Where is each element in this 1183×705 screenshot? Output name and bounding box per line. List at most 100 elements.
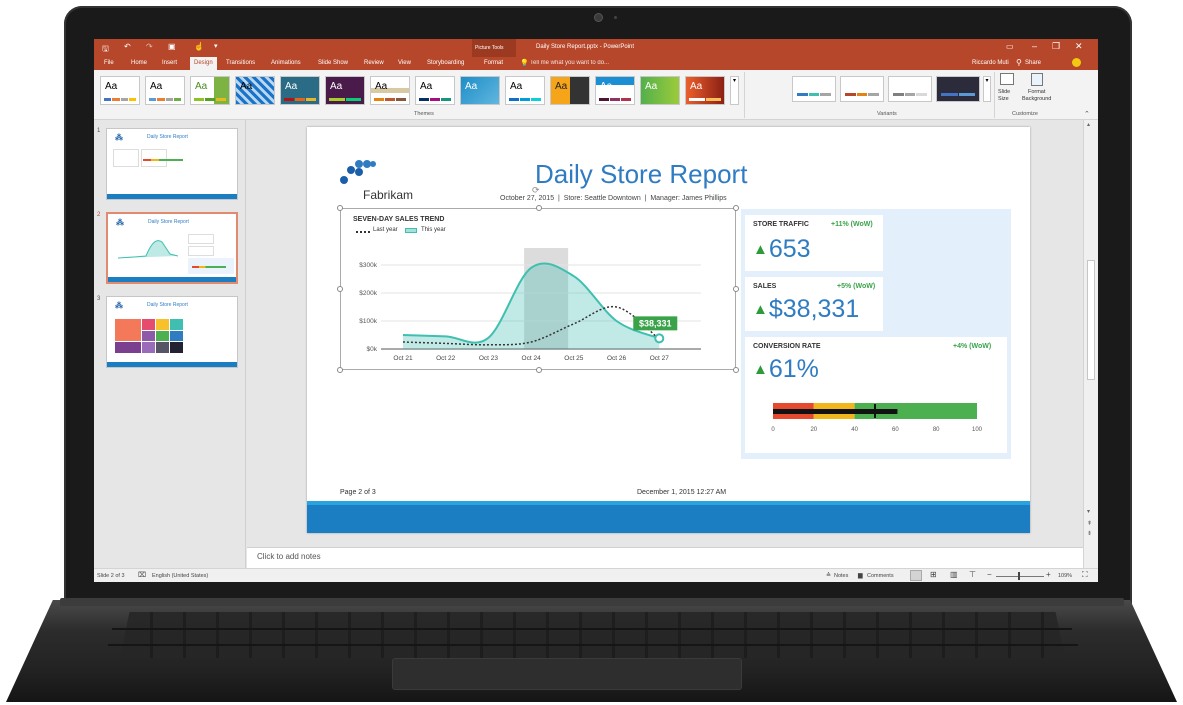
slide-indicator[interactable]: Slide 2 of 3 [97, 573, 125, 579]
slide-thumbnail-3[interactable]: ⁂ Daily Store Report [106, 296, 238, 368]
zoom-in-icon[interactable]: + [1046, 570, 1051, 579]
kpi-conversion-rate[interactable]: CONVERSION RATE +4% (WoW) ▲61% 0 20 40 60 80… [745, 337, 1007, 453]
theme-dividend[interactable]: Aa [595, 76, 635, 105]
theme-organic[interactable]: Aa [325, 76, 365, 105]
resize-handle[interactable] [337, 367, 343, 373]
webcam [595, 14, 602, 21]
thumb-logo-icon: ⁂ [115, 133, 123, 142]
variant-3[interactable] [888, 76, 932, 102]
theme-savon[interactable]: Aa [685, 76, 725, 105]
zoom-out-icon[interactable]: − [987, 570, 992, 579]
resize-handle[interactable] [733, 367, 739, 373]
slide-size-button[interactable]: Slide Size [998, 89, 1010, 103]
undo-icon[interactable]: ↶ [124, 42, 131, 51]
language-indicator[interactable]: English (United States) [152, 573, 208, 579]
notes-toggle-icon: ≙ [826, 573, 832, 579]
variants-more-button[interactable]: ▾ [983, 76, 991, 102]
collapse-ribbon-icon[interactable]: ⌃ [1084, 110, 1090, 118]
up-arrow-icon: ▲ [753, 301, 768, 318]
theme-slice[interactable]: Aa [415, 76, 455, 105]
thumb-chart [117, 240, 179, 259]
sales-trend-chart[interactable]: SEVEN-DAY SALES TREND Last year This yea… [337, 205, 739, 373]
previous-slide-icon[interactable]: ⇞ [1087, 520, 1092, 527]
theme-ion-boardroom[interactable]: Aa [280, 76, 320, 105]
theme-parallax[interactable]: Aa [640, 76, 680, 105]
close-icon[interactable]: ✕ [1075, 41, 1083, 52]
resize-handle[interactable] [337, 205, 343, 211]
spelling-icon[interactable]: ⌧ [138, 571, 146, 579]
comments-toggle[interactable]: Comments [867, 573, 894, 579]
slide-thumbnail-1[interactable]: ⁂ Daily Store Report [106, 128, 238, 200]
variant-1[interactable] [792, 76, 836, 102]
tab-storyboarding[interactable]: Storyboarding [427, 60, 464, 66]
slide-thumbnail-2[interactable]: ⁂ Daily Store Report [106, 212, 238, 284]
tell-me-search[interactable]: Tell me what you want to do... [530, 60, 609, 66]
start-from-beginning-icon[interactable]: ▣ [168, 42, 176, 51]
theme-office-2[interactable]: Aa [145, 76, 185, 105]
tab-design[interactable]: Design [190, 57, 217, 70]
scroll-thumb[interactable] [1087, 260, 1095, 380]
notes-toggle[interactable]: Notes [834, 573, 848, 579]
format-background-button[interactable]: Format Background [1022, 89, 1051, 103]
tab-insert[interactable]: Insert [162, 60, 177, 66]
theme-ion[interactable]: Aa [505, 76, 545, 105]
tab-file[interactable]: File [104, 60, 114, 66]
tab-review[interactable]: Review [364, 60, 384, 66]
theme-badge[interactable]: Aa [550, 76, 590, 105]
share-button[interactable]: Share [1025, 60, 1041, 66]
resize-handle[interactable] [536, 367, 542, 373]
slide-subtitle[interactable]: October 27, 2015 | Store: Seattle Downto… [500, 195, 727, 202]
save-icon[interactable]: 🖫 [102, 43, 109, 57]
tab-format[interactable]: Format [484, 60, 503, 66]
scroll-up-icon[interactable]: ▴ [1087, 121, 1090, 128]
theme-wisp[interactable]: Aa [460, 76, 500, 105]
customize-qat-icon[interactable]: ▾ [214, 42, 218, 50]
ribbon-display-options-icon[interactable]: ▭ [1006, 42, 1014, 51]
touch-mode-icon[interactable]: ☝ [194, 42, 204, 51]
kpi-sales[interactable]: SALES +5% (WoW) ▲$38,331 [745, 277, 883, 331]
tab-transitions[interactable]: Transitions [226, 60, 255, 66]
theme-integral[interactable]: Aa [235, 76, 275, 105]
reading-view-icon[interactable]: ▥ [950, 570, 958, 579]
tab-animations[interactable]: Animations [271, 60, 301, 66]
vertical-scrollbar[interactable]: ▴ ▾ ⇞ ⇟ [1083, 120, 1098, 568]
share-icon: ⚲ [1016, 58, 1022, 67]
fit-to-window-icon[interactable]: ⛶ [1082, 570, 1088, 580]
zoom-slider[interactable] [996, 576, 1044, 577]
rotate-handle-icon[interactable]: ⟳ [532, 185, 540, 196]
normal-view-icon[interactable] [910, 570, 922, 581]
slide-show-icon[interactable]: ⊤ [969, 570, 976, 579]
slide-size-icon[interactable] [1000, 73, 1014, 85]
next-slide-icon[interactable]: ⇟ [1087, 530, 1092, 537]
status-bar: Slide 2 of 3 ⌧ English (United States) ≙… [94, 568, 1098, 582]
feedback-smiley-icon[interactable] [1072, 58, 1081, 67]
zoom-level[interactable]: 109% [1058, 573, 1072, 579]
slide-title[interactable]: Daily Store Report [535, 159, 747, 190]
theme-retrospect[interactable]: Aa [370, 76, 410, 105]
variant-4[interactable] [936, 76, 980, 102]
themes-more-button[interactable]: ▾ [730, 76, 739, 105]
resize-handle[interactable] [733, 286, 739, 292]
scroll-down-icon[interactable]: ▾ [1087, 508, 1090, 515]
notes-pane[interactable]: Click to add notes [247, 547, 1083, 568]
tab-home[interactable]: Home [131, 60, 147, 66]
variant-2[interactable] [840, 76, 884, 102]
slide-sorter-icon[interactable]: ⊞ [930, 570, 937, 579]
tab-slide-show[interactable]: Slide Show [318, 60, 348, 66]
restore-icon[interactable]: ❐ [1052, 41, 1060, 52]
notes-placeholder[interactable]: Click to add notes [257, 552, 321, 561]
theme-facet[interactable]: Aa [190, 76, 230, 105]
screen: 🖫 ↶ ↷ ▣ ☝ ▾ Picture Tools Daily Store Re… [94, 39, 1098, 582]
format-background-icon[interactable] [1031, 73, 1043, 86]
resize-handle[interactable] [733, 205, 739, 211]
slide-canvas[interactable]: Fabrikam Daily Store Report October 27, … [307, 127, 1030, 533]
resize-handle[interactable] [536, 205, 542, 211]
user-name[interactable]: Riccardo Muti [972, 60, 1009, 66]
theme-office[interactable]: Aa [100, 76, 140, 105]
tab-view[interactable]: View [398, 60, 411, 66]
resize-handle[interactable] [337, 286, 343, 292]
redo-icon[interactable]: ↷ [146, 42, 153, 51]
zoom-slider-thumb[interactable] [1018, 572, 1020, 580]
kpi-store-traffic[interactable]: STORE TRAFFIC +11% (WoW) ▲653 [745, 215, 883, 271]
minimize-icon[interactable]: – [1032, 41, 1037, 51]
